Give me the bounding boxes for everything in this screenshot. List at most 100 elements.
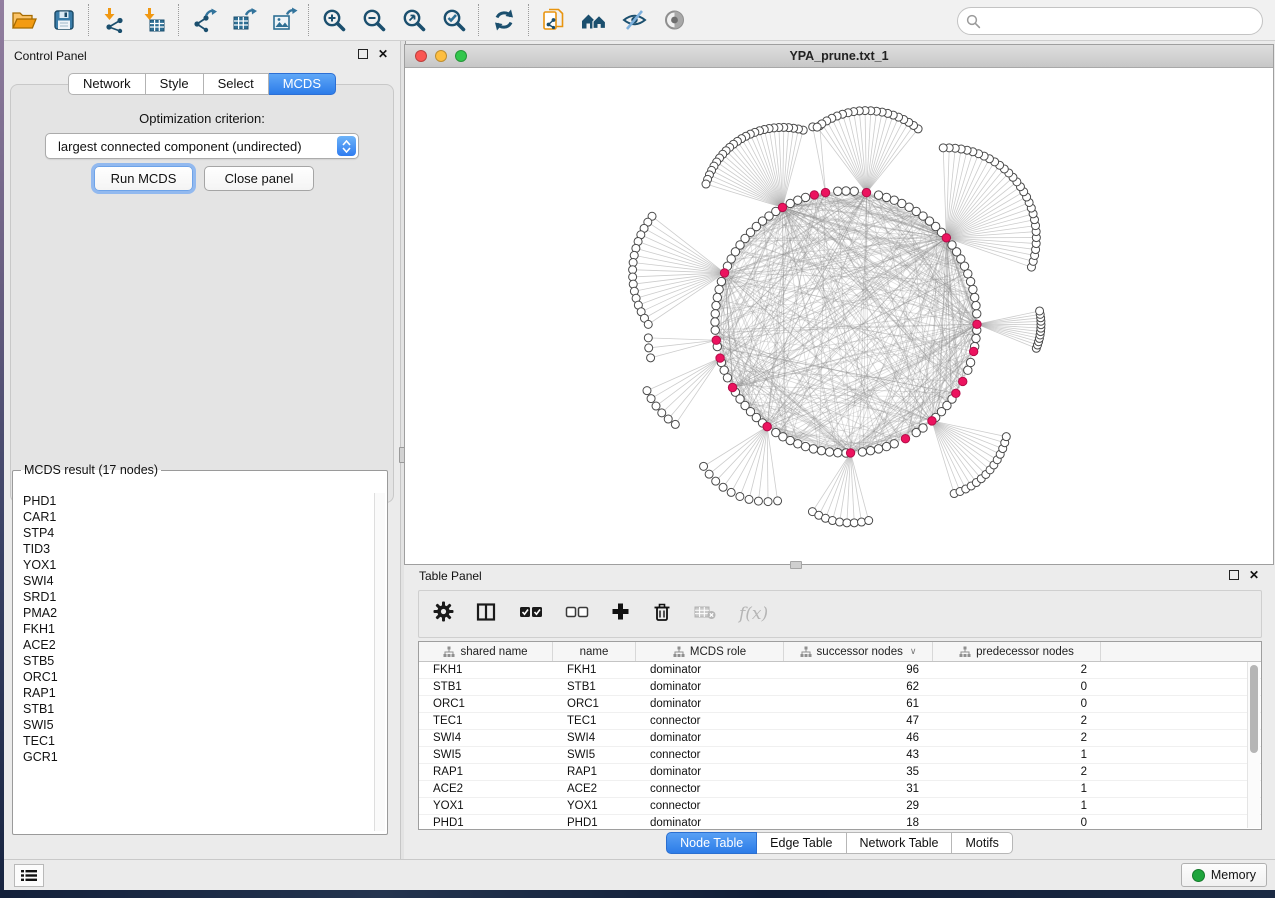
export-table-button[interactable]: [224, 3, 264, 37]
zoom-selected-icon: [441, 7, 467, 33]
close-panel-button[interactable]: Close panel: [204, 166, 314, 191]
memory-button[interactable]: Memory: [1181, 863, 1267, 887]
mcds-result-item[interactable]: GCR1: [15, 749, 374, 765]
table-body: FKH1 FKH1 dominator 96 2 STB1 STB1 domin…: [419, 662, 1261, 830]
mcds-result-item[interactable]: STB1: [15, 701, 374, 717]
tab-style[interactable]: Style: [146, 73, 204, 95]
mcds-result-item[interactable]: SWI5: [15, 717, 374, 733]
tab-mcds[interactable]: MCDS: [269, 73, 336, 95]
export-image-button[interactable]: [264, 3, 304, 37]
task-history-button[interactable]: [14, 864, 44, 887]
horizontal-splitter-handle[interactable]: [790, 561, 802, 569]
mcds-result-title: MCDS result (17 nodes): [21, 463, 161, 477]
maximize-window-icon[interactable]: [455, 50, 467, 62]
mcds-result-item[interactable]: TID3: [15, 541, 374, 557]
mcds-result-item[interactable]: SRD1: [15, 589, 374, 605]
import-network-button[interactable]: [94, 3, 134, 37]
columns-icon: [476, 602, 497, 622]
mcds-result-item[interactable]: STP4: [15, 525, 374, 541]
tab-network-table[interactable]: Network Table: [847, 832, 953, 854]
tab-network[interactable]: Network: [68, 73, 146, 95]
tab-edge-table[interactable]: Edge Table: [757, 832, 846, 854]
table-row[interactable]: YOX1 YOX1 connector 29 1: [419, 798, 1261, 815]
column-header-predecessor-nodes[interactable]: predecessor nodes: [933, 642, 1101, 661]
table-row[interactable]: STB1 STB1 dominator 62 0: [419, 679, 1261, 696]
show-details-button[interactable]: [654, 3, 694, 37]
delete-column-button[interactable]: [652, 601, 672, 627]
close-panel-icon[interactable]: ✕: [1249, 571, 1259, 579]
network-window: YPA_prune.txt_1: [404, 44, 1274, 565]
save-session-button[interactable]: [44, 3, 84, 37]
network-graph-canvas[interactable]: [405, 68, 1273, 565]
mcds-result-item[interactable]: TEC1: [15, 733, 374, 749]
sort-chevron-icon[interactable]: ∨: [910, 646, 917, 657]
memory-label: Memory: [1211, 868, 1256, 882]
zoom-out-icon: [361, 7, 387, 33]
zoom-out-button[interactable]: [354, 3, 394, 37]
close-window-icon[interactable]: [415, 50, 427, 62]
import-table-button[interactable]: [134, 3, 174, 37]
zoom-fit-button[interactable]: [394, 3, 434, 37]
column-header-successor-nodes[interactable]: successor nodes ∨: [784, 642, 933, 661]
network-window-titlebar[interactable]: YPA_prune.txt_1: [405, 45, 1273, 68]
mcds-result-item[interactable]: ACE2: [15, 637, 374, 653]
control-panel-tabs: Network Style Select MCDS: [4, 73, 400, 95]
hide-details-button[interactable]: [614, 3, 654, 37]
zoom-selected-button[interactable]: [434, 3, 474, 37]
apply-layout-button[interactable]: [484, 3, 524, 37]
float-panel-icon[interactable]: [1229, 570, 1239, 580]
table-row[interactable]: SWI5 SWI5 connector 43 1: [419, 747, 1261, 764]
mcds-result-item[interactable]: RAP1: [15, 685, 374, 701]
column-header-name[interactable]: name: [553, 642, 636, 661]
mcds-result-item[interactable]: STB5: [15, 653, 374, 669]
mcds-result-item[interactable]: YOX1: [15, 557, 374, 573]
open-session-button[interactable]: [4, 3, 44, 37]
show-columns-button[interactable]: [476, 602, 497, 627]
minimize-window-icon[interactable]: [435, 50, 447, 62]
delete-table-icon: [694, 604, 717, 620]
select-stepper-icon: [337, 136, 356, 156]
float-panel-icon[interactable]: [358, 49, 368, 59]
mcds-result-item[interactable]: FKH1: [15, 621, 374, 637]
mcds-result-item[interactable]: ORC1: [15, 669, 374, 685]
main-toolbar: [4, 0, 1275, 41]
tab-motifs[interactable]: Motifs: [952, 832, 1012, 854]
column-header-mcds-role[interactable]: MCDS role: [636, 642, 784, 661]
table-row[interactable]: RAP1 RAP1 dominator 35 2: [419, 764, 1261, 781]
deselect-all-button[interactable]: [565, 605, 589, 624]
table-row[interactable]: SWI4 SWI4 dominator 46 2: [419, 730, 1261, 747]
table-row[interactable]: ACE2 ACE2 connector 31 1: [419, 781, 1261, 798]
column-header-shared-name[interactable]: shared name: [419, 642, 553, 661]
houses-icon: [580, 7, 608, 33]
mcds-result-item[interactable]: PHD1: [15, 493, 374, 509]
table-row[interactable]: TEC1 TEC1 connector 47 2: [419, 713, 1261, 730]
close-panel-icon[interactable]: ✕: [378, 50, 388, 58]
mcds-result-item[interactable]: SWI4: [15, 573, 374, 589]
table-scrollbar[interactable]: [1247, 662, 1260, 828]
table-row[interactable]: FKH1 FKH1 dominator 96 2: [419, 662, 1261, 679]
tab-node-table[interactable]: Node Table: [666, 832, 757, 854]
mcds-result-item[interactable]: CAR1: [15, 509, 374, 525]
tab-select[interactable]: Select: [204, 73, 269, 95]
table-row[interactable]: ORC1 ORC1 dominator 61 0: [419, 696, 1261, 713]
select-all-button[interactable]: [519, 605, 543, 624]
delete-table-button[interactable]: [694, 604, 717, 625]
search-input[interactable]: [987, 13, 1254, 29]
network-file-button[interactable]: [534, 3, 574, 37]
zoom-fit-icon: [401, 7, 427, 33]
table-row[interactable]: PHD1 PHD1 dominator 18 0: [419, 815, 1261, 830]
function-builder-button[interactable]: f(x): [739, 604, 768, 624]
mcds-result-item[interactable]: PMA2: [15, 605, 374, 621]
add-column-button[interactable]: [611, 602, 630, 626]
import-table-icon: [141, 7, 167, 33]
zoom-in-button[interactable]: [314, 3, 354, 37]
table-settings-button[interactable]: [433, 601, 454, 627]
toolbar-separator: [478, 4, 480, 36]
mcds-list-scrollbar[interactable]: [374, 493, 385, 831]
run-mcds-button[interactable]: Run MCDS: [94, 166, 193, 191]
table-scrollbar-thumb[interactable]: [1250, 665, 1258, 753]
hierarchy-icon: [959, 646, 971, 658]
export-network-button[interactable]: [184, 3, 224, 37]
home-button[interactable]: [574, 3, 614, 37]
optimization-criterion-select[interactable]: largest connected component (undirected): [45, 133, 359, 159]
